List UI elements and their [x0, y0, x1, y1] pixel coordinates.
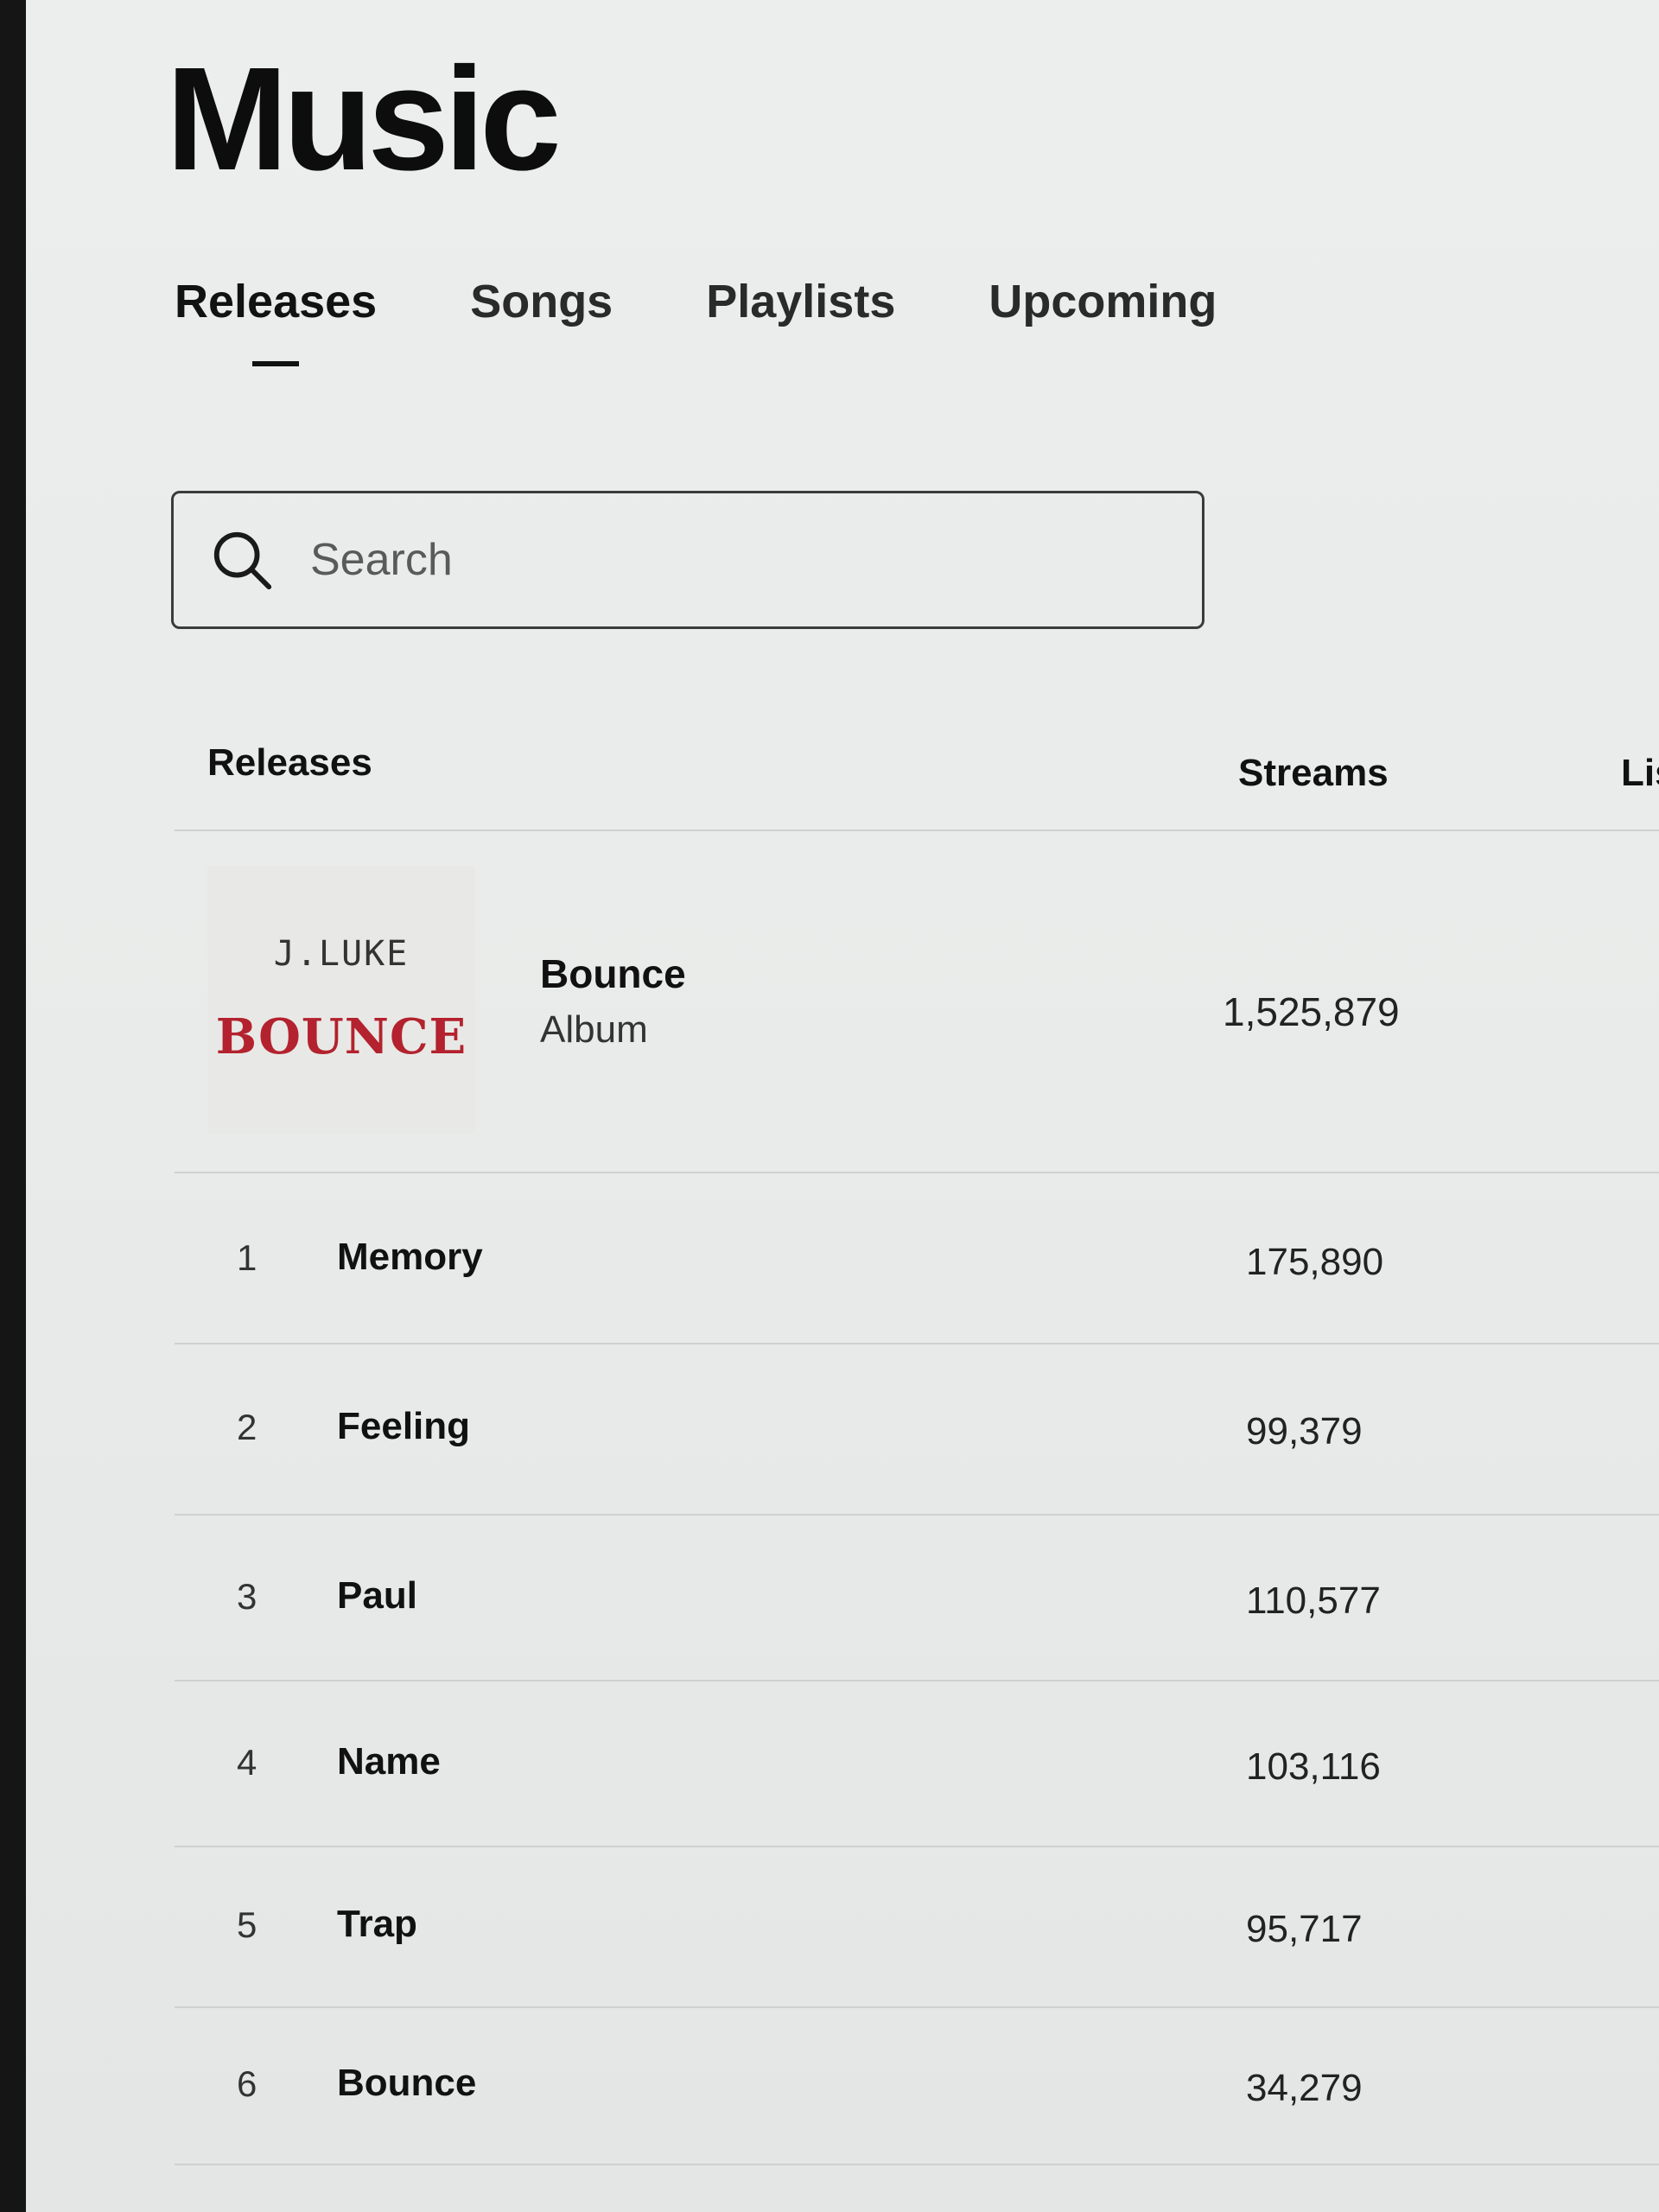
- album-row[interactable]: J.LUKE BOUNCE Bounce Album 1,525,879: [207, 866, 1659, 1134]
- tab-bar: Releases Songs Playlists Upcoming: [175, 275, 1217, 366]
- streams-column-header[interactable]: Streams: [1238, 752, 1389, 795]
- album-cover: J.LUKE BOUNCE: [207, 866, 475, 1134]
- track-row[interactable]: 3 Paul 110,577: [175, 1514, 1659, 1680]
- listeners-column-header[interactable]: Lis: [1621, 752, 1659, 795]
- track-streams: 103,116: [1246, 1745, 1381, 1788]
- track-row[interactable]: 1 Memory 175,890: [175, 1175, 1659, 1341]
- track-row[interactable]: 6 Bounce 34,279: [175, 2001, 1659, 2167]
- tab-label: Upcoming: [988, 276, 1217, 327]
- track-name: Paul: [337, 1574, 417, 1617]
- tab-songs[interactable]: Songs: [470, 275, 613, 328]
- track-number: 6: [237, 2063, 257, 2104]
- track-streams: 110,577: [1246, 1580, 1381, 1622]
- track-streams: 99,379: [1246, 1410, 1363, 1452]
- cover-artist-text: J.LUKE: [273, 934, 410, 974]
- track-name: Feeling: [337, 1405, 471, 1447]
- album-name: Bounce: [540, 951, 686, 996]
- cover-title-text: BOUNCE: [215, 1008, 467, 1065]
- track-streams: 34,279: [1246, 2067, 1363, 2109]
- track-name: Bounce: [337, 2062, 477, 2104]
- active-tab-indicator: [252, 361, 300, 366]
- track-number: 3: [237, 1576, 257, 1617]
- track-number: 5: [237, 1904, 257, 1945]
- search-input[interactable]: [310, 534, 1088, 586]
- search-box[interactable]: [171, 491, 1205, 629]
- album-streams: 1,525,879: [1223, 989, 1400, 1034]
- tab-label: Playlists: [706, 276, 896, 327]
- track-row[interactable]: 5 Trap 95,717: [175, 1842, 1659, 2008]
- search-icon: [213, 531, 272, 590]
- tab-releases[interactable]: Releases: [175, 275, 378, 366]
- tab-label: Releases: [175, 276, 378, 327]
- row-divider: [175, 1172, 1659, 1173]
- page-title: Music: [166, 37, 562, 201]
- track-number: 1: [237, 1237, 257, 1278]
- track-row[interactable]: 2 Feeling 99,379: [175, 1344, 1659, 1510]
- track-number: 4: [237, 1742, 257, 1783]
- music-screen: Music Releases Songs Playlists Upcoming …: [26, 0, 1659, 2212]
- track-number: 2: [237, 1407, 257, 1447]
- track-row[interactable]: 4 Name 103,116: [175, 1680, 1659, 1846]
- tab-upcoming[interactable]: Upcoming: [988, 275, 1217, 328]
- album-type: Album: [540, 1008, 648, 1051]
- track-name: Memory: [337, 1236, 483, 1278]
- row-divider: [175, 2164, 1659, 2165]
- tab-label: Songs: [470, 276, 613, 327]
- track-streams: 95,717: [1246, 1908, 1363, 1950]
- track-name: Name: [337, 1740, 441, 1783]
- releases-column-header[interactable]: Releases: [207, 741, 372, 785]
- tab-playlists[interactable]: Playlists: [706, 275, 895, 328]
- track-streams: 175,890: [1246, 1241, 1384, 1283]
- header-divider: [175, 830, 1659, 831]
- track-name: Trap: [337, 1903, 417, 1945]
